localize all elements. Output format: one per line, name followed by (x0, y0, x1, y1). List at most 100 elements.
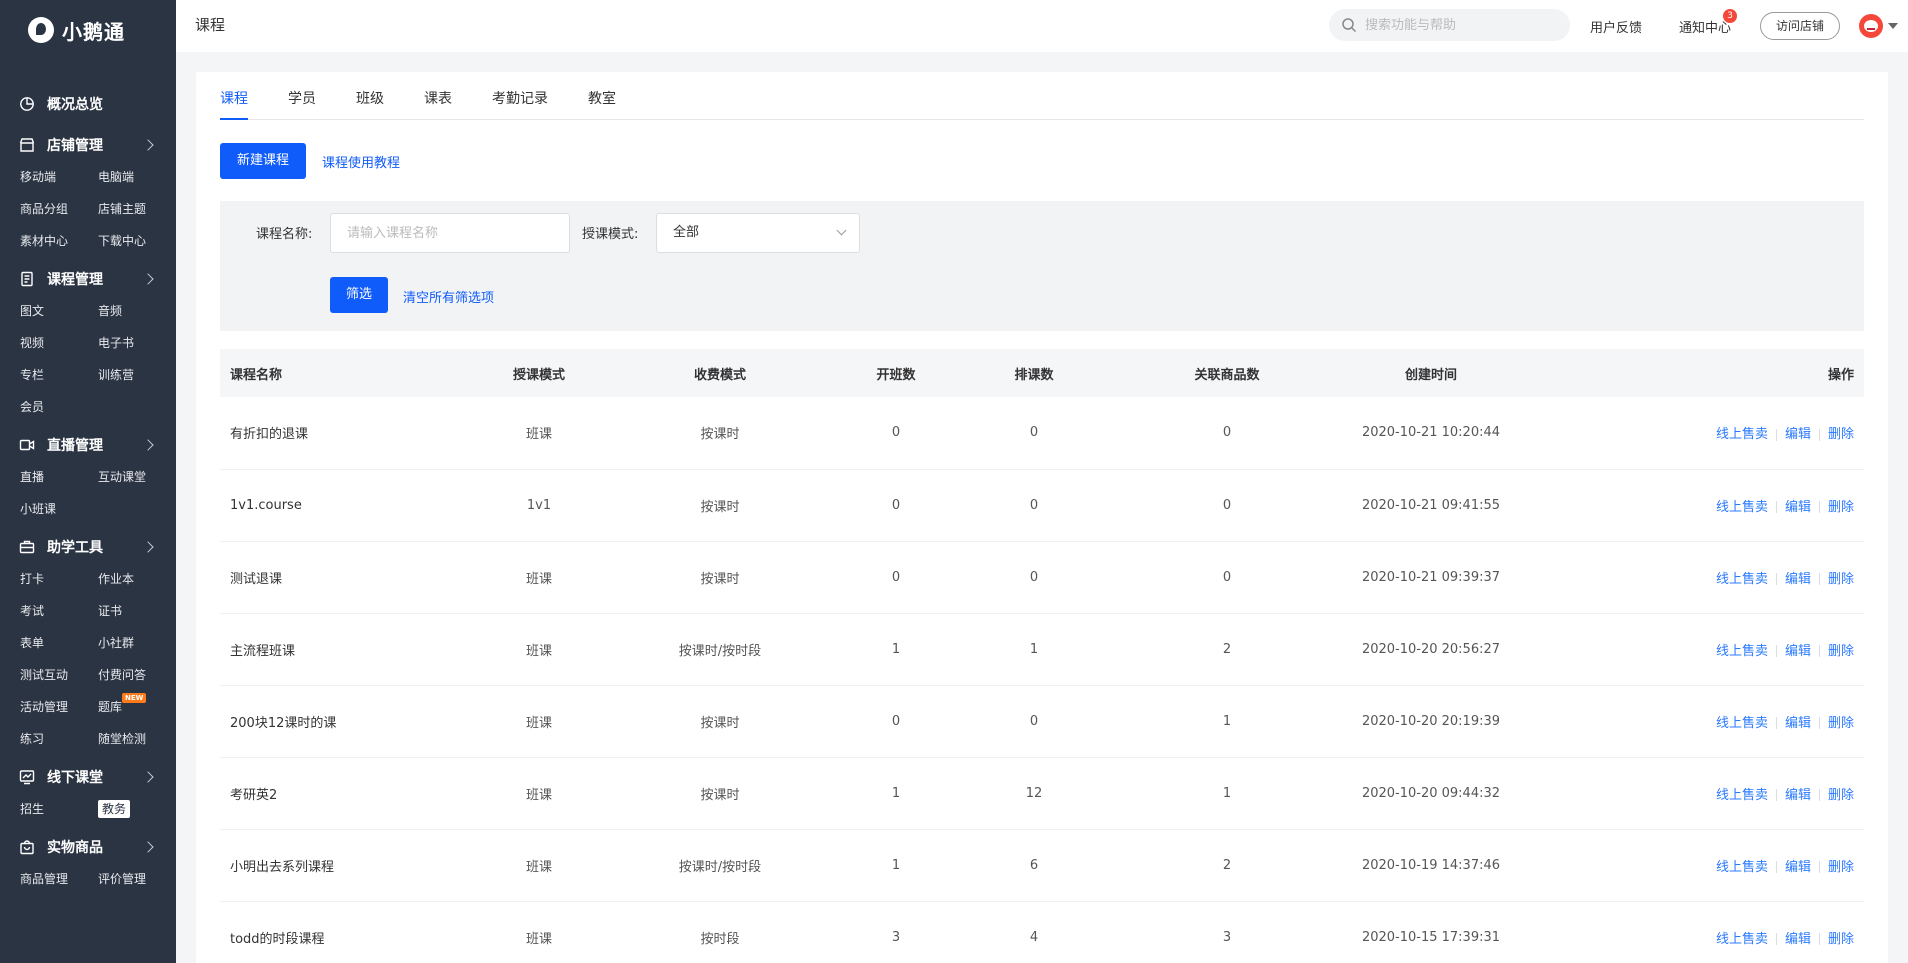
caret-down-icon[interactable] (1888, 23, 1898, 29)
table-cell: 0 (1029, 425, 1039, 441)
sidebar-group-header[interactable]: 店铺管理 (0, 133, 176, 157)
filter-submit-button[interactable]: 筛选 (330, 277, 388, 313)
avatar[interactable] (1859, 14, 1883, 38)
delete-link[interactable]: 删除 (1828, 932, 1854, 947)
sidebar-group-header[interactable]: 实物商品 (0, 835, 176, 859)
teaching-mode-label: 授课模式: (582, 227, 639, 242)
divider (1775, 501, 1777, 513)
sidebar-item-overview[interactable]: 概况总览 (0, 92, 176, 116)
tab-classes[interactable]: 班级 (356, 88, 384, 108)
search-icon (1342, 18, 1357, 33)
search-input[interactable] (1365, 17, 1545, 33)
sidebar-subitem[interactable]: 商品分组 (20, 193, 98, 225)
edit-link[interactable]: 编辑 (1785, 644, 1811, 659)
clear-filters-link[interactable]: 清空所有筛选项 (403, 287, 494, 306)
sidebar-group-header[interactable]: 直播管理 (0, 433, 176, 457)
sell-online-link[interactable]: 线上售卖 (1716, 716, 1768, 731)
course-name-input[interactable] (330, 213, 570, 253)
table-cell: 2020-10-20 20:56:27 (1361, 641, 1501, 657)
table-cell: 按课时 (700, 571, 740, 587)
sell-online-link[interactable]: 线上售卖 (1716, 572, 1768, 587)
user-feedback-link[interactable]: 用户反馈 (1590, 17, 1642, 36)
teaching-mode-select[interactable]: 全部 (656, 213, 860, 253)
divider (1818, 573, 1820, 585)
sidebar-subitem-question-bank[interactable]: 题库 NEW (98, 691, 176, 723)
sidebar-subitem[interactable]: 图文 (20, 295, 98, 327)
edit-link[interactable]: 编辑 (1785, 500, 1811, 515)
sidebar-group-header[interactable]: 助学工具 (0, 535, 176, 559)
edit-link[interactable]: 编辑 (1785, 932, 1811, 947)
sidebar-subitem[interactable]: 考试 (20, 595, 98, 627)
sidebar-subitem[interactable]: 打卡 (20, 563, 98, 595)
tab-attendance[interactable]: 考勤记录 (492, 88, 548, 108)
sidebar-subitem[interactable]: 证书 (98, 595, 176, 627)
table-cell: 按课时 (700, 787, 740, 803)
sidebar-group-header[interactable]: 课程管理 (0, 267, 176, 291)
sidebar-subitem[interactable]: 随堂检测 (98, 723, 176, 755)
new-course-button[interactable]: 新建课程 (220, 143, 306, 179)
table-cell: 0 (891, 497, 901, 513)
sidebar-subitem[interactable]: 互动课堂 (98, 461, 176, 493)
sidebar-subitem[interactable]: 商品管理 (20, 863, 98, 895)
sidebar-subitem[interactable]: 测试互动 (20, 659, 98, 691)
sidebar-subitem[interactable]: 作业本 (98, 563, 176, 595)
sidebar-subitem[interactable]: 小社群 (98, 627, 176, 659)
delete-link[interactable]: 删除 (1828, 716, 1854, 731)
delete-link[interactable]: 删除 (1828, 500, 1854, 515)
delete-link[interactable]: 删除 (1828, 860, 1854, 875)
edit-link[interactable]: 编辑 (1785, 716, 1811, 731)
sell-online-link[interactable]: 线上售卖 (1716, 644, 1768, 659)
tab-schedule[interactable]: 课表 (424, 88, 452, 108)
table-header-row: 课程名称 授课模式 收费模式 开班数 排课数 关联商品数 创建时间 操作 (220, 349, 1864, 397)
sidebar-subitem[interactable]: 店铺主题 (98, 193, 176, 225)
sidebar-subitem[interactable]: 招生 (20, 793, 98, 825)
sidebar-subitem[interactable]: 表单 (20, 627, 98, 659)
sidebar-subitem-active[interactable]: 教务 (98, 793, 176, 825)
sell-online-link[interactable]: 线上售卖 (1716, 500, 1768, 515)
sidebar-subitem[interactable]: 直播 (20, 461, 98, 493)
delete-link[interactable]: 删除 (1828, 427, 1854, 442)
sell-online-link[interactable]: 线上售卖 (1716, 860, 1768, 875)
edit-link[interactable]: 编辑 (1785, 860, 1811, 875)
sidebar-subitem[interactable]: 练习 (20, 723, 98, 755)
delete-link[interactable]: 删除 (1828, 644, 1854, 659)
delete-link[interactable]: 删除 (1828, 788, 1854, 803)
sidebar-subitem[interactable]: 电子书 (98, 327, 176, 359)
sidebar-subitem[interactable]: 素材中心 (20, 225, 98, 257)
sidebar-subitem[interactable]: 视频 (20, 327, 98, 359)
tab-students[interactable]: 学员 (288, 88, 316, 108)
sidebar-group-title: 助学工具 (47, 540, 103, 556)
sidebar-subitem[interactable]: 移动端 (20, 161, 98, 193)
active-tab-indicator (220, 118, 248, 120)
brand-logo[interactable]: 小鹅通 (0, 0, 176, 60)
edit-link[interactable]: 编辑 (1785, 427, 1811, 442)
sidebar-subitem[interactable]: 付费问答 (98, 659, 176, 691)
tab-classroom[interactable]: 教室 (588, 88, 616, 108)
search-box[interactable] (1329, 9, 1570, 41)
sidebar-subitem[interactable]: 专栏 (20, 359, 98, 391)
sidebar-subitem[interactable]: 评价管理 (98, 863, 176, 895)
sell-online-link[interactable]: 线上售卖 (1716, 932, 1768, 947)
visit-store-button[interactable]: 访问店铺 (1760, 12, 1840, 40)
sidebar-item-label: 概况总览 (47, 97, 103, 113)
tab-course[interactable]: 课程 (220, 88, 248, 108)
delete-link[interactable]: 删除 (1828, 572, 1854, 587)
course-name-label: 课程名称: (256, 227, 313, 242)
sidebar-subitem[interactable]: 活动管理 (20, 691, 98, 723)
table-cell: 按课时 (700, 499, 740, 515)
sidebar-subitem[interactable]: 训练营 (98, 359, 176, 391)
sell-online-link[interactable]: 线上售卖 (1716, 788, 1768, 803)
divider (1775, 573, 1777, 585)
table-row: 小明出去系列课程 班课 按课时/按时段 1 6 2 2020-10-19 14:37:46 线… (220, 829, 1864, 901)
sidebar-subitem[interactable]: 会员 (20, 391, 98, 423)
edit-link[interactable]: 编辑 (1785, 572, 1811, 587)
sidebar-group-store: 店铺管理 移动端 电脑端 商品分组 店铺主题 素材中心 下载中心 (0, 133, 176, 257)
course-tutorial-link[interactable]: 课程使用教程 (322, 152, 400, 171)
sidebar-subitem[interactable]: 下载中心 (98, 225, 176, 257)
edit-link[interactable]: 编辑 (1785, 788, 1811, 803)
sidebar-group-header[interactable]: 线下课堂 (0, 765, 176, 789)
sell-online-link[interactable]: 线上售卖 (1716, 427, 1768, 442)
sidebar-subitem[interactable]: 电脑端 (98, 161, 176, 193)
sidebar-subitem[interactable]: 小班课 (20, 493, 98, 525)
sidebar-subitem[interactable]: 音频 (98, 295, 176, 327)
